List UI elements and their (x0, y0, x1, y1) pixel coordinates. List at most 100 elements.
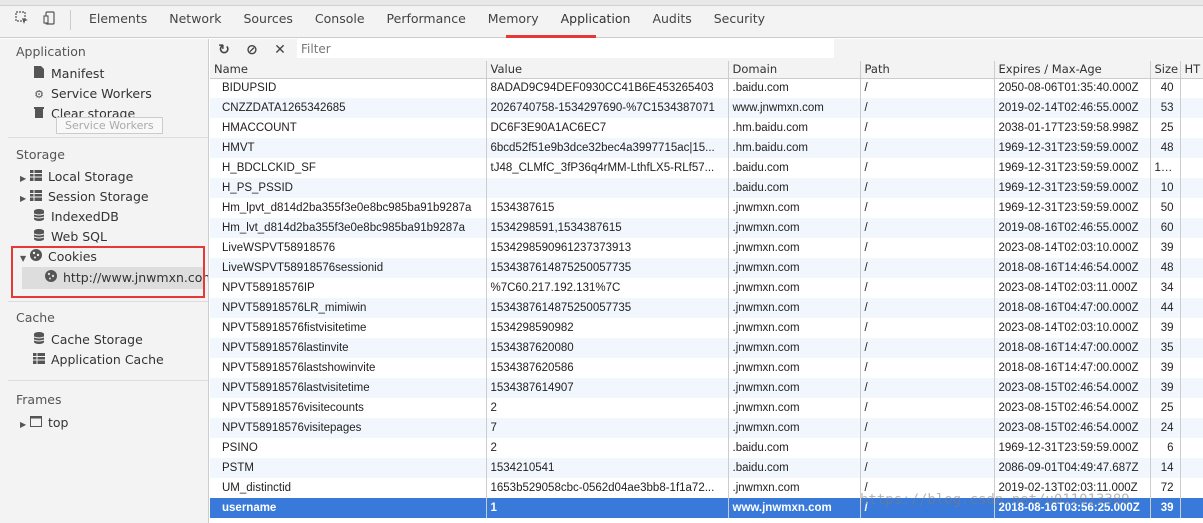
table-row[interactable]: PSTM 1534210541 .baidu.com/2086-09-01T04:4… (210, 458, 1203, 478)
cell-domain: .jnwmxn.com (727, 258, 860, 278)
sidebar-item-frame-top[interactable]: ▶ top (20, 413, 68, 433)
cell-expires: 2018-08-16T14:46:54.000Z (993, 258, 1150, 278)
table-row[interactable]: Hm_lvt_d814d2ba355f3e0e8bc985ba91b9287a 1… (210, 218, 1203, 238)
table-row[interactable]: NPVT58918576lastvisitetime 1534387614907.… (210, 378, 1203, 398)
sidebar-item-cache-storage[interactable]: Cache Storage (32, 330, 143, 350)
filter-input[interactable] (297, 39, 834, 58)
table-row[interactable]: Hm_lpvt_d814d2ba355f3e0e8bc985ba91b9287a… (210, 198, 1203, 218)
tab-console[interactable]: Console (304, 6, 376, 38)
cell-domain: .jnwmxn.com (727, 338, 860, 358)
sidebar: Application Manifest ⚙ Service Workers Cl… (0, 39, 209, 523)
column-header[interactable]: Expires / Max-Age (993, 61, 1150, 79)
delete-selected-icon[interactable]: ✕ (272, 42, 288, 58)
cell-path: / (859, 78, 994, 98)
tab-elements[interactable]: Elements (78, 6, 158, 38)
table-row[interactable]: CNZZDATA1265342685 2026740758-1534297690-… (210, 98, 1203, 118)
tab-memory[interactable]: Memory (477, 6, 550, 38)
cookie-table: Name Value Domain Path Expires / Max-Age Size… (210, 61, 1203, 523)
expand-triangle-icon[interactable]: ▶ (20, 189, 29, 209)
column-header[interactable]: HT (1179, 61, 1203, 79)
cell-name: NPVT58918576lastinvite (210, 338, 486, 358)
column-header[interactable]: Name (210, 61, 486, 79)
table-row[interactable]: HMACCOUNT DC6F3E90A1AC6EC7 .hm.baidu.com/2… (210, 118, 1203, 138)
sidebar-item-application-cache[interactable]: Application Cache (32, 350, 164, 370)
table-row[interactable]: LiveWSPVT58918576 1534298590961237373913.… (210, 238, 1203, 258)
cell-httponly (1179, 318, 1203, 338)
section-title-frames: Frames (16, 392, 62, 407)
tab-network[interactable]: Network (158, 6, 232, 38)
cell-value: 1534298590982 (485, 318, 728, 338)
sidebar-item-label: Service Workers (51, 86, 152, 101)
cell-domain: .jnwmxn.com (727, 238, 860, 258)
cell-name: NPVT58918576fistvisitetime (222, 322, 367, 334)
sidebar-item-manifest[interactable]: Manifest (32, 64, 104, 84)
tab-sources[interactable]: Sources (232, 6, 303, 38)
cell-expires: 2018-08-16T04:47:00.000Z (993, 298, 1150, 318)
cell-path: / (859, 118, 994, 138)
tab-application[interactable]: Application (550, 6, 642, 38)
cell-domain: www.jnwmxn.com (727, 498, 860, 518)
cell-expires: 2019-08-16T02:46:55.000Z (993, 218, 1150, 238)
cell-httponly (1179, 498, 1203, 518)
table-row[interactable]: H_PS_PSSID .baidu.com/1969-12-31T23:59:59… (210, 178, 1203, 198)
sidebar-item-indexeddb[interactable]: IndexedDB (32, 207, 119, 227)
refresh-icon[interactable]: ↻ (216, 42, 232, 58)
cell-size: 60 (1149, 218, 1180, 238)
inspect-element-icon[interactable] (14, 11, 30, 27)
trash-icon (32, 105, 46, 125)
grid-icon (29, 168, 43, 188)
cell-domain: .jnwmxn.com (727, 358, 860, 378)
cell-httponly (1179, 138, 1203, 158)
tab-audits[interactable]: Audits (641, 6, 702, 38)
tab-security[interactable]: Security (703, 6, 776, 38)
table-body: BIDUPSID 8ADAD9C94DEF0930CC41B6E453265403… (210, 78, 1203, 518)
table-row[interactable]: NPVT58918576visitecounts 2 .jnwmxn.com/202… (210, 398, 1203, 418)
cell-path: / (859, 158, 994, 178)
cell-value: DC6F3E90A1AC6EC7 (485, 118, 728, 138)
cell-size: 10 (1149, 178, 1180, 198)
document-icon (32, 65, 46, 85)
clear-all-icon[interactable]: ⊘ (244, 42, 260, 58)
column-header[interactable]: Path (859, 61, 994, 79)
cell-domain: .baidu.com (727, 158, 860, 178)
table-row[interactable]: NPVT58918576LR_mimiwin 153438761487525005… (210, 298, 1203, 318)
cell-path: / (859, 98, 994, 118)
tab-performance[interactable]: Performance (376, 6, 477, 38)
table-row[interactable]: NPVT58918576lastshowinvite 1534387620586.… (210, 358, 1203, 378)
cell-expires: 1969-12-31T23:59:59.000Z (993, 198, 1150, 218)
table-row[interactable]: HMVT 6bcd52f51e9b3dce32bec4a3997715ac|15.… (210, 138, 1203, 158)
table-row[interactable]: NPVT58918576visitepages 7 .jnwmxn.com/2023… (210, 418, 1203, 438)
cell-path: / (859, 338, 994, 358)
table-row[interactable]: H_BDCLCKID_SF tJ48_CLMfC_3fP36q4rMM-LthfL… (210, 158, 1203, 178)
expand-triangle-icon[interactable]: ▶ (20, 415, 29, 435)
table-row[interactable]: BIDUPSID 8ADAD9C94DEF0930CC41B6E453265403… (210, 78, 1203, 98)
device-toolbar-icon[interactable] (42, 11, 58, 27)
cell-value: 2026740758-1534297690-%7C1534387071 (485, 98, 728, 118)
column-header[interactable]: Value (485, 61, 728, 79)
cell-value: 1534387620080 (485, 338, 728, 358)
table-row[interactable]: NPVT58918576lastinvite 1534387620080 .jnwm… (210, 338, 1203, 358)
cell-size: 24 (1149, 418, 1180, 438)
cell-path: / (859, 278, 994, 298)
column-header[interactable]: Size (1149, 61, 1180, 79)
expand-triangle-icon[interactable]: ▶ (20, 169, 29, 189)
cell-value: 1534387614875250057735 (485, 258, 728, 278)
table-row[interactable]: PSINO 2 .baidu.com/1969-12-31T23:59:59.000… (210, 438, 1203, 458)
table-row[interactable]: LiveWSPVT58918576sessionid 15343876148752… (210, 258, 1203, 278)
cell-value: 6bcd52f51e9b3dce32bec4a3997715ac|15... (485, 138, 728, 158)
sidebar-item-label: Cache Storage (51, 332, 143, 347)
watermark: https://blog.csdn.net/u011013389 (860, 492, 1130, 508)
cell-domain: .hm.baidu.com (727, 118, 860, 138)
table-row[interactable]: NPVT58918576IP %7C60.217.192.131%7C .jnwmx… (210, 278, 1203, 298)
column-header[interactable]: Domain (727, 61, 860, 79)
cell-httponly (1179, 118, 1203, 138)
cell-domain: .jnwmxn.com (727, 378, 860, 398)
sidebar-item-service-workers[interactable]: ⚙ Service Workers (32, 84, 152, 104)
table-row[interactable]: NPVT58918576fistvisitetime 1534298590982.… (210, 318, 1203, 338)
panel-tabs: Elements Network Sources Console Performance… (78, 6, 776, 38)
sidebar-item-local-storage[interactable]: ▶ Local Storage (20, 167, 133, 187)
sidebar-item-session-storage[interactable]: ▶ Session Storage (20, 187, 149, 207)
section-divider (8, 137, 208, 138)
sidebar-item-web-sql[interactable]: Web SQL (32, 227, 107, 247)
cell-httponly (1179, 178, 1203, 198)
